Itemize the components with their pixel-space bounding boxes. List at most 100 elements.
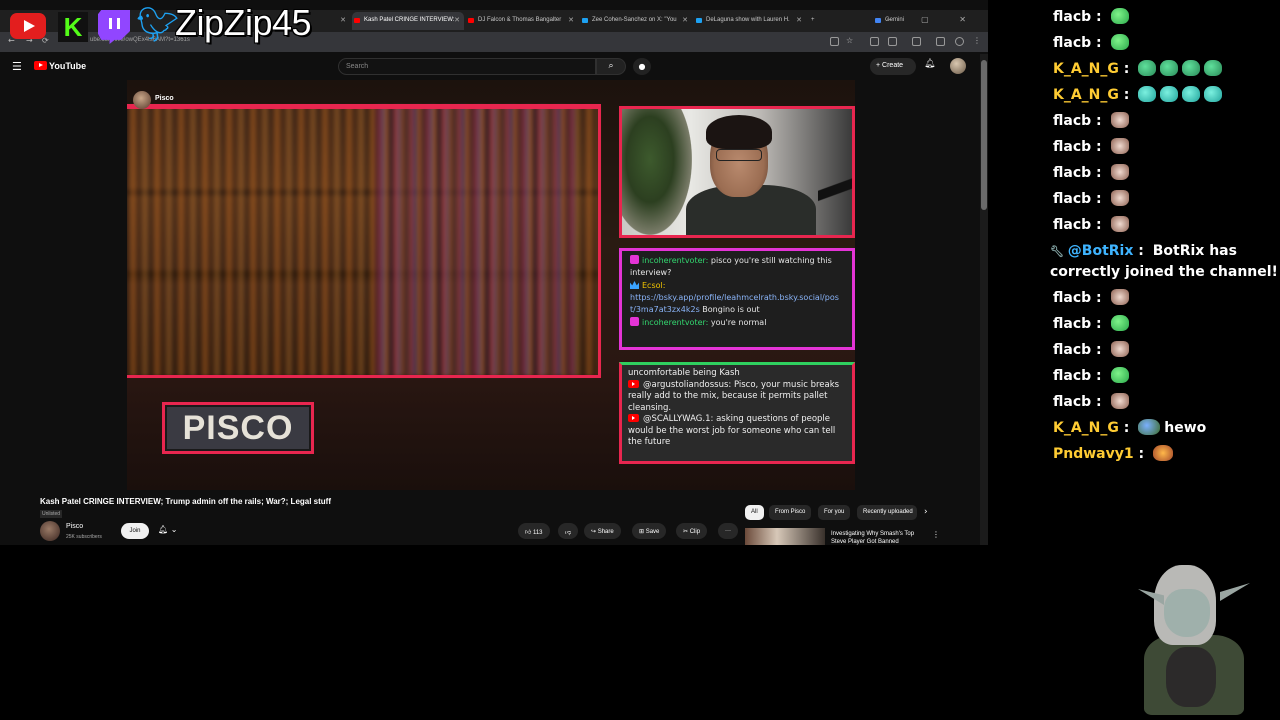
- subscriber-count: 25K subscribers: [66, 534, 102, 540]
- mic-arm: [818, 149, 852, 235]
- tab-close-icon[interactable]: ✕: [568, 16, 574, 24]
- scrollbar[interactable]: [980, 54, 988, 545]
- save-button[interactable]: ⊞ Save: [632, 523, 667, 539]
- streamer-hair: [706, 115, 772, 149]
- chat-username: incoherentvoter:: [642, 256, 709, 265]
- chat-username: incoherentvoter:: [642, 318, 709, 327]
- cat-emote-icon: [1110, 190, 1129, 206]
- like-button[interactable]: 👍︎ 113: [518, 523, 550, 539]
- chevron-right-icon[interactable]: ›: [924, 507, 928, 517]
- chat-username[interactable]: flacb: [1053, 139, 1091, 155]
- filter-chip-recent[interactable]: Recently uploaded: [857, 505, 917, 520]
- extension-icon[interactable]: [870, 37, 879, 46]
- chat-username[interactable]: K_A_N_G: [1053, 61, 1119, 77]
- chat-separator: :: [1118, 420, 1135, 436]
- chat-message: flacb :: [1046, 160, 1280, 186]
- green-emote-icon: [1110, 8, 1129, 24]
- filter-chip-all[interactable]: All: [745, 505, 764, 520]
- chat-message: 🔧︎ @BotRix : BotRix has correctly joined…: [1046, 238, 1280, 285]
- tab-4[interactable]: Zee Cohen-Sanchez on X: "You ✕: [580, 12, 692, 30]
- microphone-icon[interactable]: ●: [633, 58, 651, 75]
- chat-separator: :: [1091, 165, 1107, 181]
- chat-separator: :: [1091, 35, 1107, 51]
- chat-username[interactable]: flacb: [1053, 316, 1091, 332]
- profile-icon[interactable]: [955, 37, 964, 46]
- create-button[interactable]: + Create: [870, 58, 916, 75]
- menu-kebab-icon[interactable]: ⋮: [932, 530, 940, 539]
- pepe-emote-icon: [1160, 60, 1179, 76]
- chat-separator: :: [1091, 368, 1107, 384]
- chat-username: Ecsol:: [642, 281, 666, 290]
- extension-icon[interactable]: [888, 37, 897, 46]
- clip-button[interactable]: ✂ Clip: [676, 523, 708, 539]
- chat-username[interactable]: flacb: [1053, 217, 1091, 233]
- tab-close-icon[interactable]: ✕: [682, 16, 688, 24]
- hamburger-menu-icon[interactable]: ☰: [12, 60, 22, 73]
- chat-username[interactable]: Pndwavy1: [1053, 446, 1134, 462]
- avatar[interactable]: [950, 58, 966, 74]
- chat-username[interactable]: flacb: [1053, 35, 1091, 51]
- download-icon[interactable]: [936, 37, 945, 46]
- chat-username[interactable]: flacb: [1053, 191, 1091, 207]
- filter-chip-for-you[interactable]: For you: [818, 505, 851, 520]
- scene-frame: [127, 106, 601, 378]
- glasses: [716, 149, 762, 161]
- scrollbar-thumb[interactable]: [981, 60, 987, 210]
- chat-separator: :: [1091, 290, 1107, 306]
- mascot-ear: [1220, 583, 1250, 601]
- chat-username[interactable]: flacb: [1053, 394, 1091, 410]
- youtube-favicon-icon: [468, 18, 474, 23]
- teal-emote-icon: [1204, 86, 1223, 102]
- more-actions-button[interactable]: ···: [718, 523, 738, 539]
- extension-icon[interactable]: [830, 37, 839, 46]
- share-button[interactable]: ↪ Share: [584, 523, 621, 539]
- chat-username[interactable]: K_A_N_G: [1053, 87, 1119, 103]
- dislike-button[interactable]: 👎︎: [558, 523, 579, 539]
- chat-username[interactable]: K_A_N_G: [1053, 420, 1119, 436]
- cat-emote-icon: [1110, 393, 1129, 409]
- chat-username[interactable]: flacb: [1053, 342, 1091, 358]
- channel-avatar[interactable]: [40, 521, 60, 541]
- chat-username[interactable]: flacb: [1053, 165, 1091, 181]
- new-tab-button[interactable]: +: [808, 12, 822, 30]
- twitch-icon: [98, 10, 130, 44]
- unlisted-badge: Unlisted: [40, 510, 63, 518]
- tab-3[interactable]: DJ Falcon & Thomas Bangalter ✕: [466, 12, 578, 30]
- youtube-logo[interactable]: YouTube: [34, 61, 86, 71]
- join-button[interactable]: Join: [121, 523, 149, 539]
- create-label: Create: [882, 62, 904, 69]
- recommended-thumbnail[interactable]: [745, 528, 825, 545]
- chat-username[interactable]: flacb: [1053, 368, 1091, 384]
- channel-name[interactable]: Pisco: [66, 523, 83, 530]
- chat-message: flacb :: [1046, 186, 1280, 212]
- sidebar-icon[interactable]: [912, 37, 921, 46]
- menu-kebab-icon[interactable]: ⋮: [973, 36, 981, 45]
- video-player[interactable]: Pisco PISCO incoherentvoter: pisco you'r…: [127, 80, 855, 490]
- chat-username[interactable]: flacb: [1053, 113, 1091, 129]
- chat-username[interactable]: @BotRix: [1068, 243, 1134, 259]
- subscribe-bell-icon[interactable]: 🔔︎ ⌄: [158, 525, 177, 534]
- channel-chip[interactable]: Pisco: [133, 90, 174, 109]
- chat-overlay-bottom: uncomfortable being Kash @argustoliandos…: [619, 362, 855, 464]
- tab-close-icon[interactable]: ✕: [796, 16, 802, 24]
- notifications-bell-icon[interactable]: 🔔︎: [924, 59, 935, 69]
- tab-close-icon[interactable]: ✕: [454, 16, 460, 24]
- chat-separator: :: [1091, 217, 1107, 233]
- recommended-title[interactable]: Investigating Why Smash's Top Steve Play…: [831, 530, 931, 545]
- tab-close-icon[interactable]: ✕: [340, 16, 346, 24]
- youtube-header: ☰ YouTube Search ⌕ ● + Create 🔔︎: [0, 54, 978, 80]
- search-icon[interactable]: ⌕: [596, 58, 626, 75]
- chat-text: hewo: [1164, 420, 1207, 436]
- chat-username[interactable]: flacb: [1053, 290, 1091, 306]
- tab-label: DeLaguna show with Lauren H.: [706, 17, 790, 23]
- tab-2[interactable]: Kash Patel CRINGE INTERVIEW: ✕: [352, 12, 464, 30]
- chat-separator: :: [1091, 139, 1107, 155]
- window-controls[interactable]: – ▢ ✕: [887, 15, 980, 24]
- chat-separator: :: [1091, 394, 1107, 410]
- chat-username[interactable]: flacb: [1053, 9, 1091, 25]
- bookmark-star-icon[interactable]: ☆: [846, 36, 853, 45]
- tab-5[interactable]: DeLaguna show with Lauren H. ✕: [694, 12, 806, 30]
- filter-chip-from-pisco[interactable]: From Pisco: [769, 505, 812, 520]
- video-details: Kash Patel CRINGE INTERVIEW; Trump admin…: [0, 490, 978, 545]
- search-input[interactable]: Search: [338, 58, 596, 75]
